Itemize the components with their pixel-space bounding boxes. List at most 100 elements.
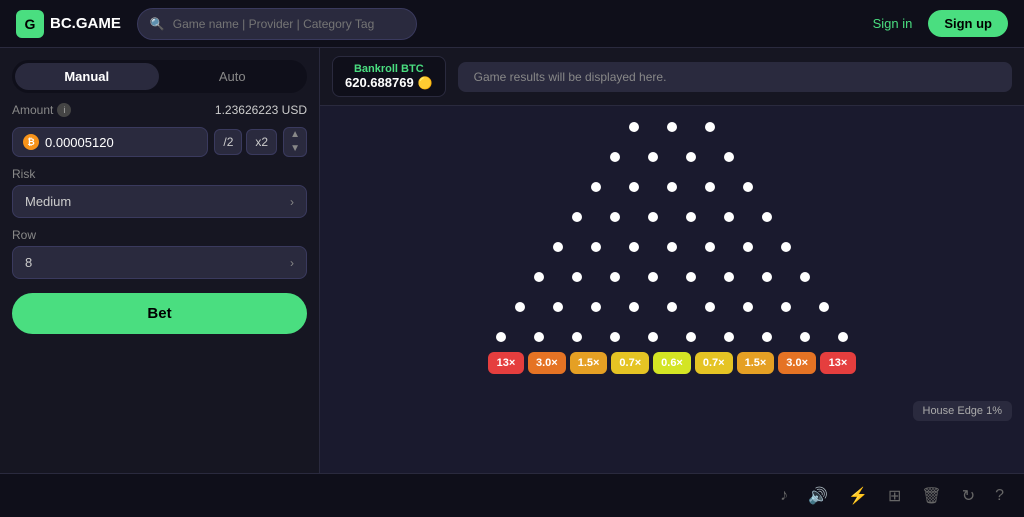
- music-icon[interactable]: ♪: [780, 487, 788, 505]
- bucket[interactable]: 3.0×: [528, 352, 566, 374]
- crypto-amount-input[interactable]: [45, 135, 197, 150]
- bucket[interactable]: 13×: [820, 352, 856, 374]
- pin: [686, 152, 696, 162]
- bucket[interactable]: 1.5×: [570, 352, 608, 374]
- signup-button[interactable]: Sign up: [928, 10, 1008, 37]
- left-panel: Manual Auto Amount i 1.23626223 USD ₿ /2…: [0, 48, 320, 473]
- results-bar: Game results will be displayed here.: [458, 62, 1012, 92]
- risk-label: Risk: [12, 167, 307, 181]
- pin: [610, 332, 620, 342]
- amount-input-row: ₿ /2 x2 ▲ ▼: [12, 127, 307, 157]
- multiplier-btns: /2 x2: [214, 129, 277, 155]
- pin: [705, 122, 715, 132]
- pin: [629, 302, 639, 312]
- pin-row: [553, 242, 791, 252]
- refresh-icon[interactable]: ↻: [962, 486, 975, 506]
- double-button[interactable]: x2: [246, 129, 277, 155]
- btc-icon: ₿: [23, 134, 39, 150]
- bankroll-amount: 620.688769: [345, 75, 414, 90]
- pin: [648, 272, 658, 282]
- bucket[interactable]: 3.0×: [778, 352, 816, 374]
- pin: [686, 332, 696, 342]
- pin: [781, 242, 791, 252]
- lightning-icon[interactable]: ⚡: [848, 486, 868, 506]
- search-bar[interactable]: 🔍: [137, 8, 417, 40]
- pin: [629, 182, 639, 192]
- pin: [553, 242, 563, 252]
- stepper-up[interactable]: ▲: [284, 128, 306, 142]
- trash-icon[interactable]: 🗑: [921, 486, 941, 506]
- pin: [686, 212, 696, 222]
- pin: [610, 152, 620, 162]
- amount-row: Amount i 1.23626223 USD: [12, 103, 307, 117]
- pin: [591, 302, 601, 312]
- footer: ♪ 🔊 ⚡ ⊞ 🗑 ↻ ?: [0, 473, 1024, 517]
- help-icon[interactable]: ?: [995, 487, 1004, 505]
- half-button[interactable]: /2: [214, 129, 242, 155]
- pin: [800, 332, 810, 342]
- pin: [800, 272, 810, 282]
- grid-icon[interactable]: ⊞: [888, 486, 901, 506]
- pin: [705, 302, 715, 312]
- header: G BC.GAME 🔍 Sign in Sign up: [0, 0, 1024, 48]
- pin: [743, 182, 753, 192]
- pin: [629, 122, 639, 132]
- row-value: 8: [25, 255, 32, 270]
- bet-button[interactable]: Bet: [12, 293, 307, 334]
- pin: [572, 212, 582, 222]
- tab-manual[interactable]: Manual: [15, 63, 159, 90]
- game-top-bar: Bankroll BTC 620.688769 🟡 Game results w…: [320, 48, 1024, 106]
- bucket[interactable]: 13×: [488, 352, 524, 374]
- game-area: Bankroll BTC 620.688769 🟡 Game results w…: [320, 48, 1024, 473]
- pin: [515, 302, 525, 312]
- pin: [838, 332, 848, 342]
- amount-stepper[interactable]: ▲ ▼: [283, 127, 307, 157]
- pin: [743, 242, 753, 252]
- risk-value: Medium: [25, 194, 71, 209]
- tab-auto[interactable]: Auto: [161, 63, 305, 90]
- pin-row: [515, 302, 829, 312]
- pin-row: [534, 272, 810, 282]
- bucket[interactable]: 0.7×: [611, 352, 649, 374]
- search-input[interactable]: [173, 17, 404, 31]
- pin: [667, 242, 677, 252]
- pin: [610, 212, 620, 222]
- logo-icon: G: [16, 10, 44, 38]
- main-content: Manual Auto Amount i 1.23626223 USD ₿ /2…: [0, 48, 1024, 473]
- buckets: 13×3.0×1.5×0.7×0.6×0.7×1.5×3.0×13×: [488, 352, 856, 374]
- pin: [667, 122, 677, 132]
- pin: [629, 242, 639, 252]
- logo: G BC.GAME: [16, 10, 121, 38]
- pin: [648, 152, 658, 162]
- pin: [743, 302, 753, 312]
- pin: [496, 332, 506, 342]
- search-icon: 🔍: [150, 17, 165, 31]
- bucket[interactable]: 0.7×: [695, 352, 733, 374]
- info-icon[interactable]: i: [57, 103, 71, 117]
- pin-row: [591, 182, 753, 192]
- amount-label: Amount i: [12, 103, 71, 117]
- bucket[interactable]: 0.6×: [653, 352, 691, 374]
- crypto-input-wrapper[interactable]: ₿: [12, 127, 208, 157]
- signin-button[interactable]: Sign in: [873, 16, 913, 31]
- house-edge-badge: House Edge 1%: [913, 401, 1013, 421]
- row-chevron: ›: [290, 256, 294, 270]
- tabs: Manual Auto: [12, 60, 307, 93]
- pin: [534, 332, 544, 342]
- pin-row: [629, 122, 715, 132]
- pin: [667, 182, 677, 192]
- pins-container: [496, 122, 848, 342]
- pin: [724, 152, 734, 162]
- pin: [553, 302, 563, 312]
- bucket[interactable]: 1.5×: [737, 352, 775, 374]
- pin: [819, 302, 829, 312]
- row-selector[interactable]: 8 ›: [12, 246, 307, 279]
- stepper-down[interactable]: ▼: [284, 142, 306, 156]
- row-field: Row 8 ›: [12, 228, 307, 279]
- pin: [686, 272, 696, 282]
- volume-icon[interactable]: 🔊: [808, 486, 828, 506]
- pin: [724, 212, 734, 222]
- pin: [724, 272, 734, 282]
- risk-selector[interactable]: Medium ›: [12, 185, 307, 218]
- pin: [762, 332, 772, 342]
